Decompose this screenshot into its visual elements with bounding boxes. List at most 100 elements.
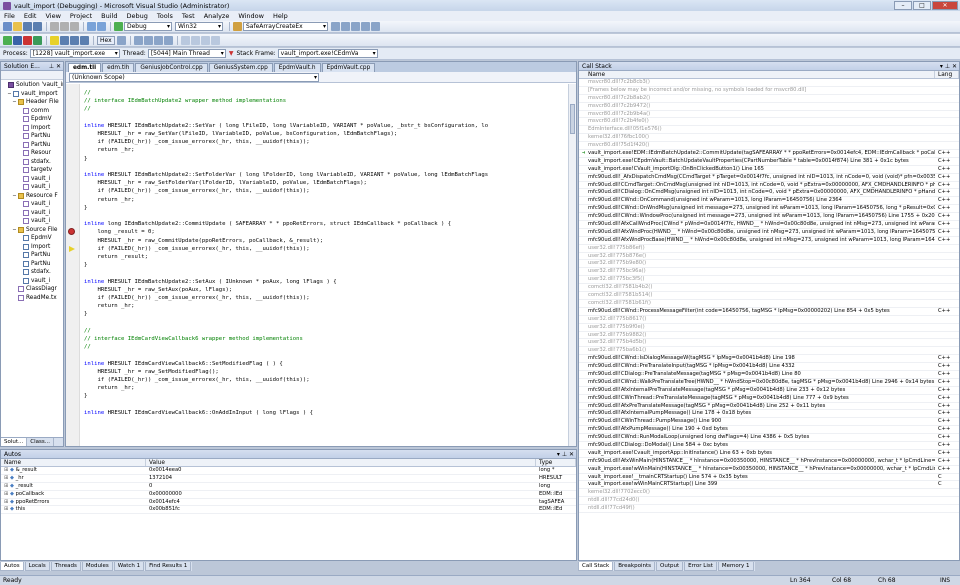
scope-select[interactable]: (Unknown Scope) (69, 72, 319, 82)
call-stack-row[interactable]: mfc90ud.dll!AfxCallWndProc(CWnd * pWnd=0… (579, 221, 959, 229)
call-stack-window-tab[interactable]: Memory 1 (717, 562, 754, 571)
menu-file[interactable]: File (4, 12, 15, 20)
open-icon[interactable] (13, 22, 22, 31)
call-stack-row[interactable]: vault_import.exe!Cvault_importApp::InitI… (579, 450, 959, 458)
tree-item[interactable]: ClassDiagr (1, 285, 63, 294)
call-stack-row[interactable]: mfc90ud.dll!AfxWinMain(HINSTANCE__ * hIn… (579, 458, 959, 466)
solution-explorer-icon[interactable] (341, 22, 350, 31)
tree-item[interactable]: targetv (1, 166, 63, 175)
tree-item[interactable]: PartNu (1, 251, 63, 260)
step-into-icon[interactable] (60, 35, 69, 45)
call-stack-row[interactable]: ntdll.dll!77cd24d0() (579, 497, 959, 506)
autos-window-tab[interactable]: Modules (81, 562, 113, 571)
call-stack-col-lang[interactable]: Lang (935, 71, 959, 78)
call-stack-row[interactable]: msvcr80.dll!7c2b8ab2() (579, 95, 959, 103)
autos-row[interactable]: ⊞ ◆ this 0x00b851fc EDM::IEd (1, 506, 576, 515)
tree-item[interactable]: vault_i (1, 175, 63, 184)
find-combo[interactable]: SafeArrayCreateEx (243, 22, 328, 31)
menu-build[interactable]: Build (101, 12, 117, 20)
tree-item[interactable]: comm (1, 107, 63, 116)
new-project-icon[interactable] (3, 22, 12, 31)
call-stack-row[interactable]: mfc90ud.dll!CWnd::WindowProc(unsigned in… (579, 213, 959, 222)
call-stack-row[interactable]: comctl32.dll!7581b4b2() (579, 284, 959, 293)
call-stack-row[interactable]: msvcr80.dll!75d1f420() (579, 142, 959, 151)
menu-analyze[interactable]: Analyze (204, 12, 230, 20)
tree-item[interactable]: − Source File (1, 226, 63, 235)
call-stack-row[interactable]: vault_import.exe!wWinMain(HINSTANCE__ * … (579, 466, 959, 474)
autos-row[interactable]: ⊞ ◆ _hr 1372104 HRESULT (1, 475, 576, 483)
menu-window[interactable]: Window (238, 12, 264, 20)
call-stack-row[interactable]: comctl32.dll!7581b514() (579, 292, 959, 300)
call-stack-row[interactable]: mfc90ud.dll!AfxInternalPumpMessage() Lin… (579, 410, 959, 419)
document-tab[interactable]: edm.tlh (102, 63, 135, 72)
continue-icon[interactable] (3, 35, 12, 45)
tree-item[interactable]: stdafx. (1, 158, 63, 167)
call-stack-row[interactable]: mfc90ud.dll!CWnd::WalkPreTranslateTree(H… (579, 379, 959, 387)
document-tab[interactable]: EpdmVault.cpp (321, 63, 376, 72)
call-stack-row[interactable]: mfc90ud.dll!CDialog::DoModal() Line 584 … (579, 442, 959, 450)
call-stack-row[interactable]: msvcr80.dll!7c2b4fe0() (579, 118, 959, 127)
close-button[interactable]: ✕ (932, 1, 958, 10)
tree-item[interactable]: vault_i (1, 200, 63, 209)
pin-icon[interactable]: ⊥ ✕ (49, 62, 61, 70)
autos-col-type[interactable]: Type (536, 459, 576, 466)
call-stack-row[interactable]: mfc90ud.dll!CWinThread::PumpMessage() Li… (579, 418, 959, 427)
process-select[interactable]: [1228] vault_import.exe (29, 49, 120, 58)
autos-window-tab[interactable]: Find Results 1 (145, 562, 192, 571)
autos-row[interactable]: ⊞ ◆ _result 0 long (1, 483, 576, 491)
tree-item[interactable]: − vault_import (1, 90, 63, 99)
call-stack-window-tab[interactable]: Call Stack (578, 562, 614, 571)
undo-icon[interactable] (87, 22, 96, 31)
paste-icon[interactable] (70, 22, 79, 31)
call-stack-row[interactable]: msvcr80.dll!7c2b8cb3() (579, 79, 959, 87)
tree-item[interactable]: vault_i (1, 209, 63, 218)
tree-item[interactable]: vault_i (1, 183, 63, 192)
call-stack-row[interactable]: user32.dll!775b9f0e() (579, 324, 959, 332)
expand-toggle-icon[interactable]: − (12, 192, 17, 201)
autos-row[interactable]: ⊞ ◆ &_result 0x0014eea0 long * (1, 467, 576, 475)
tree-item[interactable]: PartNu (1, 260, 63, 269)
call-stack-row[interactable]: mfc90ud.dll!AfxWndProc(HWND__ * hWnd=0x0… (579, 229, 959, 237)
call-stack-row[interactable]: mfc90ud.dll!CWnd::PreTranslateInput(tagM… (579, 363, 959, 371)
indicator-margin[interactable] (66, 84, 80, 446)
solution-explorer-tab[interactable]: Solut... (1, 438, 28, 446)
tree-item[interactable]: EpdmV (1, 115, 63, 124)
continue-icon[interactable] (114, 22, 123, 31)
document-tab[interactable]: edm.tli (68, 63, 102, 72)
call-stack-row[interactable]: mfc90ud.dll!AfxWndProcBase(HWND__ * hWnd… (579, 237, 959, 245)
autos-col-value[interactable]: Value (146, 459, 536, 466)
call-stack-row[interactable]: mfc90ud.dll!AfxPreTranslateMessage(tagMS… (579, 403, 959, 411)
tree-item[interactable]: vault_i (1, 277, 63, 286)
call-stack-row[interactable]: user32.dll!775b86ef() (579, 245, 959, 253)
maximize-button[interactable]: □ (913, 1, 931, 10)
clear-bookmarks-icon[interactable] (210, 35, 220, 45)
stop-debugging-icon[interactable] (23, 35, 32, 45)
menu-project[interactable]: Project (70, 12, 92, 20)
toolbox-icon[interactable] (361, 22, 370, 31)
call-stack-row[interactable]: user32.dll!775bc3f5() (579, 276, 959, 285)
call-stack-row[interactable]: user32.dll!775ba6b1() (579, 347, 959, 356)
find-icon[interactable] (233, 22, 242, 31)
solution-explorer-tab[interactable]: Class... (27, 438, 54, 446)
tree-item[interactable]: Resour (1, 149, 63, 158)
save-all-icon[interactable] (33, 22, 42, 31)
copy-icon[interactable] (60, 22, 69, 31)
step-out-icon[interactable] (80, 35, 89, 45)
call-stack-row[interactable]: vault_import.exe!__tmainCRTStartup() Lin… (579, 474, 959, 482)
call-stack-row[interactable]: user32.dll!775b4d5b() (579, 339, 959, 348)
editor-scrollbar[interactable] (568, 84, 576, 446)
call-stack-window-tab[interactable]: Error List (684, 562, 717, 571)
call-stack-row[interactable]: mfc90ud.dll!CDialog::OnCmdMsg(unsigned i… (579, 189, 959, 198)
expand-toggle-icon[interactable]: − (12, 226, 17, 235)
tree-item[interactable]: Import (1, 243, 63, 252)
indent-icon[interactable] (153, 35, 163, 45)
configuration-select[interactable]: Debug (124, 22, 172, 31)
call-stack-row[interactable]: user32.dll!775b876e() (579, 253, 959, 261)
call-stack-row[interactable]: mfc90ud.dll!CWnd::OnCommand(unsigned int… (579, 197, 959, 206)
call-stack-row[interactable]: vault_import.exe!CEpdmVault::BatchUpdate… (579, 158, 959, 166)
breakpoints-window-icon[interactable] (116, 35, 126, 45)
call-stack-row[interactable]: mfc90ud.dll!_AfxDispatchCmdMsg(CCmdTarge… (579, 174, 959, 182)
break-all-icon[interactable] (13, 35, 22, 45)
menu-view[interactable]: View (45, 12, 60, 20)
autos-window-tab[interactable]: Autos (0, 562, 24, 571)
